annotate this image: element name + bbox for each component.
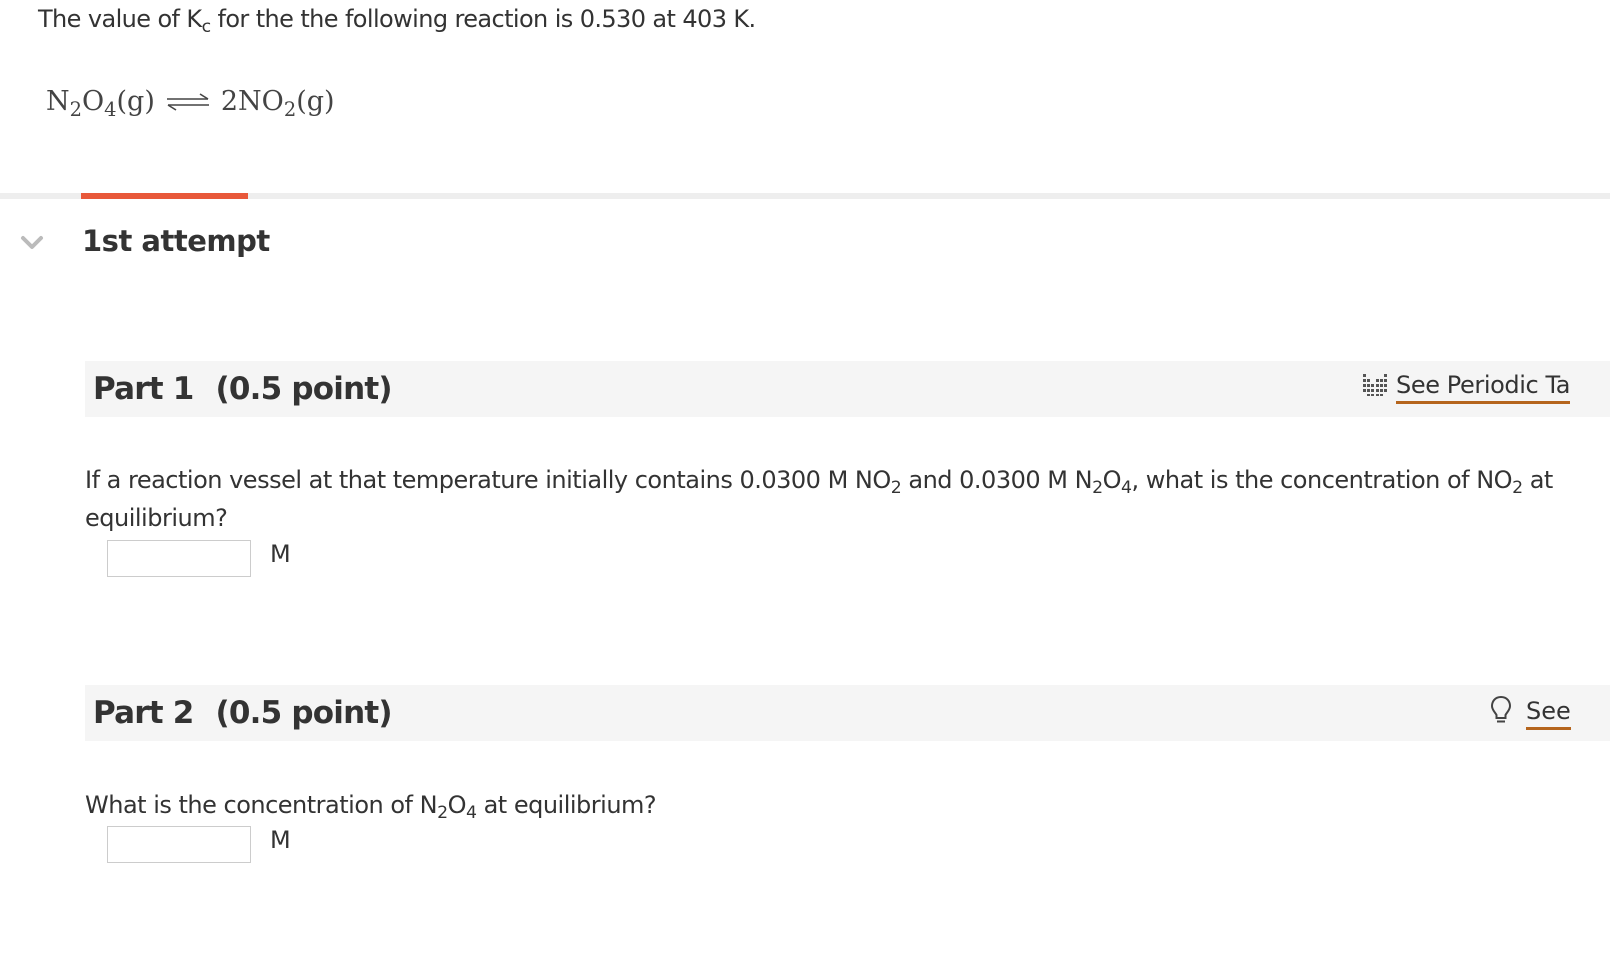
product-formula: 2NO2(g) xyxy=(220,86,335,121)
intro-text: The value of K xyxy=(38,5,202,33)
intro-text-rest: for the the following reaction is 0.530 … xyxy=(210,5,756,33)
part-1-header: Part 1 (0.5 point) See Periodic Ta xyxy=(85,361,1610,417)
part-1-title: Part 1 (0.5 point) xyxy=(93,371,393,407)
part-1-answer-input[interactable] xyxy=(107,540,251,577)
lightbulb-icon xyxy=(1490,695,1512,731)
part-1-question: If a reaction vessel at that temperature… xyxy=(85,466,1553,532)
problem-intro: The value of Kc for the the following re… xyxy=(38,5,756,36)
periodic-table-icon xyxy=(1362,372,1390,404)
part-2-unit: M xyxy=(270,826,291,854)
part-1-unit: M xyxy=(270,540,291,568)
part-2-answer-input[interactable] xyxy=(107,826,251,863)
see-periodic-table-label: See Periodic Ta xyxy=(1396,371,1571,404)
collapse-chevron-icon[interactable] xyxy=(20,234,44,252)
attempt-tab-indicator xyxy=(81,193,248,199)
see-hint-label: See xyxy=(1526,697,1571,730)
attempt-heading: 1st attempt xyxy=(82,224,270,258)
part-2-title: Part 2 (0.5 point) xyxy=(93,695,393,731)
part-2-header: Part 2 (0.5 point) See xyxy=(85,685,1610,741)
see-periodic-table-link[interactable]: See Periodic Ta xyxy=(1362,371,1571,404)
part-2-question: What is the concentration of N2O4 at equ… xyxy=(85,791,657,824)
chemical-equation: N2O4(g) 2NO2(g) xyxy=(46,86,335,121)
see-hint-link[interactable]: See xyxy=(1490,695,1571,731)
equilibrium-arrow-icon xyxy=(165,92,211,112)
reactant-formula: N2O4(g) xyxy=(46,86,155,121)
